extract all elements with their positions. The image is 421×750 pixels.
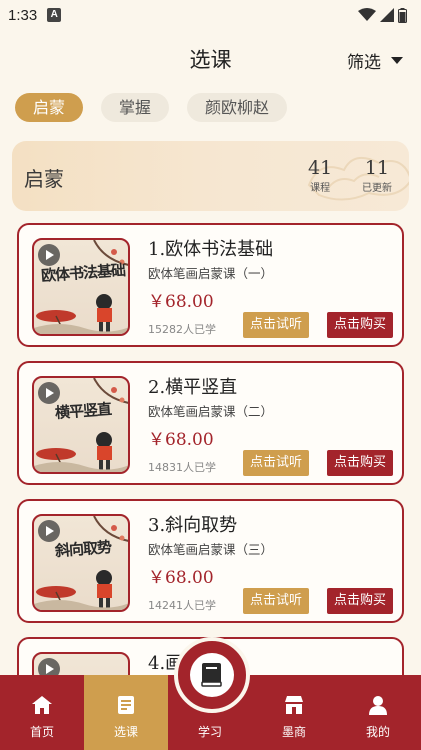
course-icon: [118, 696, 134, 714]
status-time: 1:33: [8, 6, 38, 24]
notification-a-icon: A: [47, 8, 62, 22]
course-price: ￥68.00: [148, 430, 214, 450]
course-thumbnail[interactable]: 斜向取势: [32, 514, 130, 612]
course-price: ￥68.00: [148, 568, 214, 588]
home-icon: [32, 696, 52, 714]
trial-button[interactable]: 点击试听: [243, 312, 310, 338]
filter-button[interactable]: 筛选: [347, 48, 403, 73]
learner-count: 14831人已学: [148, 461, 216, 474]
course-subtitle: 欧体笔画启蒙课（三）: [148, 542, 274, 557]
course-count-label: 课程: [310, 183, 331, 194]
header: 选课 筛选: [0, 36, 421, 82]
tab-qimeng[interactable]: 启蒙: [15, 93, 84, 122]
course-price: ￥68.00: [148, 292, 214, 312]
play-icon[interactable]: [38, 244, 60, 266]
category-banner: 启蒙 41 课程 11 已更新: [12, 141, 409, 211]
updated-count-stat: 11 已更新: [362, 157, 392, 194]
course-count-value: 41: [308, 157, 333, 179]
course-count-stat: 41 课程: [308, 157, 332, 194]
nav-label: 学习: [197, 725, 222, 739]
user-icon: [369, 696, 387, 715]
course-thumbnail[interactable]: 欧体书法基础: [32, 238, 130, 336]
tab-zhangwo[interactable]: 掌握: [101, 93, 170, 122]
updated-count-value: 11: [364, 157, 390, 179]
learner-count: 14241人已学: [148, 599, 216, 612]
nav-item-store[interactable]: 墨商: [252, 675, 336, 750]
status-icons: [358, 7, 407, 23]
updated-count-label: 已更新: [362, 183, 392, 194]
course-title: 1.欧体书法基础: [148, 239, 274, 260]
nav-label: 我的: [365, 725, 390, 739]
buy-button[interactable]: 点击购买: [327, 450, 394, 476]
trial-button[interactable]: 点击试听: [243, 450, 310, 476]
book-icon: [201, 663, 222, 687]
course-title: 3.斜向取势: [148, 515, 238, 536]
category-tabs: 启蒙 掌握 颜欧柳赵: [15, 93, 288, 122]
signal-icon: [380, 8, 394, 22]
course-title: 2.横平竖直: [148, 377, 238, 398]
wifi-icon: [358, 8, 376, 21]
trial-button[interactable]: 点击试听: [243, 588, 310, 614]
nav-item-mine[interactable]: 我的: [336, 675, 420, 750]
play-icon[interactable]: [38, 520, 60, 542]
course-card[interactable]: 斜向取势 3.斜向取势 欧体笔画启蒙课（三） ￥68.00 14241人已学 点…: [17, 499, 404, 623]
course-card[interactable]: 横平竖直 2.横平竖直 欧体笔画启蒙课（二） ￥68.00 14831人已学 点…: [17, 361, 404, 485]
nav-label: 墨商: [281, 725, 306, 739]
nav-item-home[interactable]: 首页: [0, 675, 84, 750]
study-center-button[interactable]: [174, 637, 250, 713]
chevron-down-icon: [391, 57, 403, 64]
banner-title: 启蒙: [24, 167, 64, 191]
status-bar: 1:33 A: [0, 0, 421, 30]
course-subtitle: 欧体笔画启蒙课（一）: [148, 266, 274, 281]
learner-count: 15282人已学: [148, 323, 216, 336]
buy-button[interactable]: 点击购买: [327, 588, 394, 614]
course-subtitle: 欧体笔画启蒙课（二）: [148, 404, 274, 419]
store-icon: [285, 696, 303, 714]
nav-item-course[interactable]: 选课: [84, 675, 168, 750]
play-icon[interactable]: [38, 382, 60, 404]
filter-label: 筛选: [347, 53, 381, 73]
battery-icon: [398, 7, 407, 23]
course-card[interactable]: 欧体书法基础 1.欧体书法基础 欧体笔画启蒙课（一） ￥68.00 15282人…: [17, 223, 404, 347]
study-center-inner: [190, 653, 234, 697]
nav-label: 首页: [29, 725, 54, 739]
nav-label: 选课: [113, 725, 138, 739]
buy-button[interactable]: 点击购买: [327, 312, 394, 338]
tab-yanouliuzhao[interactable]: 颜欧柳赵: [187, 93, 288, 122]
course-thumbnail[interactable]: 横平竖直: [32, 376, 130, 474]
